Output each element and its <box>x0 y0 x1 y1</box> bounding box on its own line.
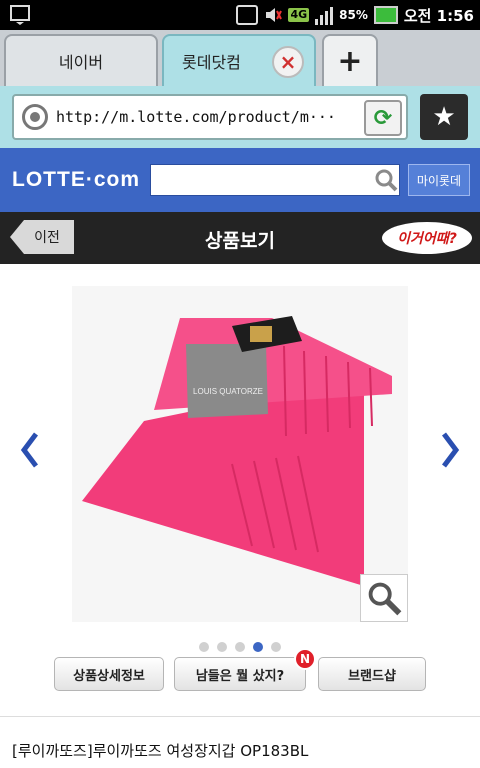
tab-bar: 네이버 롯데닷컴 × + <box>0 30 480 86</box>
recommend-bubble[interactable]: 이거어때? <box>382 222 472 254</box>
new-tab-button[interactable]: + <box>322 34 378 86</box>
product-name: [루이까또즈]루이까또즈 여성장지갑 OP183BL <box>12 742 309 760</box>
back-button[interactable]: 이전 <box>10 220 74 254</box>
bookmark-icon[interactable]: ★ <box>420 94 468 140</box>
carousel-indicator <box>199 642 281 652</box>
product-detail-button[interactable]: 상품상세정보 <box>54 657 164 691</box>
carousel-dot[interactable] <box>271 642 281 652</box>
status-bar: 4G 85% 오전 1:56 <box>0 0 480 30</box>
site-header: LOTTE·com 마이롯데 <box>0 148 480 212</box>
site-logo[interactable]: LOTTE·com <box>12 168 140 192</box>
clock: 오전 1:56 <box>403 6 474 25</box>
tab-label: 네이버 <box>58 53 104 72</box>
carousel-dot[interactable] <box>217 642 227 652</box>
search-icon[interactable] <box>374 168 398 192</box>
url-bar: http://m.lotte.com/product/m··· ⟳ ★ <box>0 86 480 148</box>
tab-label: 롯데닷컴 <box>182 53 241 72</box>
usb-debug-icon <box>236 5 259 25</box>
others-bought-button[interactable]: 남들은 뭘 샀지? <box>174 657 306 691</box>
battery-icon <box>373 6 398 24</box>
next-image-arrow[interactable] <box>440 432 460 468</box>
page-title: 상품보기 <box>205 230 275 252</box>
prev-image-arrow[interactable] <box>20 432 40 468</box>
battery-percent: 85% <box>339 8 368 22</box>
product-image[interactable]: LOUIS QUATORZE <box>72 286 408 622</box>
page-title-bar: 이전 상품보기 이거어때? <box>0 212 480 264</box>
carousel-dot[interactable] <box>235 642 245 652</box>
close-tab-icon[interactable]: × <box>272 46 304 78</box>
divider <box>0 716 480 717</box>
url-field[interactable]: http://m.lotte.com/product/m··· ⟳ <box>12 94 408 140</box>
download-icon <box>10 5 30 25</box>
mylotte-button[interactable]: 마이롯데 <box>408 164 470 196</box>
brand-imprint: LOUIS QUATORZE <box>193 387 263 396</box>
tab-lotte[interactable]: 롯데닷컴 × <box>162 34 316 86</box>
url-text[interactable]: http://m.lotte.com/product/m··· <box>56 108 356 126</box>
globe-icon <box>22 104 48 130</box>
card-window <box>186 344 268 418</box>
mute-icon <box>266 8 283 22</box>
zoom-icon[interactable] <box>360 574 408 622</box>
search-input[interactable] <box>150 164 400 196</box>
carousel-dot[interactable] <box>199 642 209 652</box>
carousel-dot-active[interactable] <box>253 642 263 652</box>
new-badge: N <box>294 648 316 670</box>
signal-icon <box>315 5 334 25</box>
tab-naver[interactable]: 네이버 <box>4 34 158 86</box>
brand-shop-button[interactable]: 브랜드샵 <box>318 657 426 691</box>
clasp-logo <box>250 326 272 342</box>
network-type: 4G <box>288 8 310 22</box>
refresh-icon[interactable]: ⟳ <box>364 100 402 136</box>
